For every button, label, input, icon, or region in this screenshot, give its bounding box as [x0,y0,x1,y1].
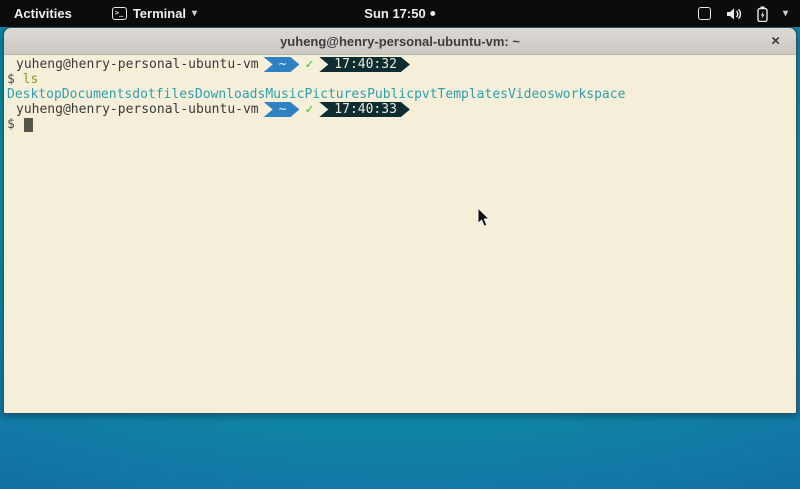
prompt-line: yuheng@henry-personal-ubuntu-vm ~ ✓ 17:4… [7,102,796,117]
activities-button[interactable]: Activities [10,6,76,21]
terminal-cursor [24,118,33,132]
terminal-content[interactable]: yuheng@henry-personal-ubuntu-vm ~ ✓ 17:4… [4,55,796,413]
prompt-dollar: $ [7,72,15,87]
directory-item: Pictures [304,87,367,102]
prompt-dollar: $ [7,117,15,132]
chevron-down-icon: ▾ [192,8,197,19]
system-status-area[interactable]: ▾ [698,6,788,22]
directory-item: Public [367,87,414,102]
directory-item: pvt [414,87,437,102]
prompt-host: yuheng@henry-personal-ubuntu-vm [16,102,259,117]
prompt-path-segment: ~ [264,102,300,117]
command-line: $ ls [7,72,796,87]
directory-item: Templates [438,87,508,102]
input-line[interactable]: $ [7,117,796,132]
chevron-down-icon: ▾ [783,8,788,19]
prompt-path-segment: ~ [264,57,300,72]
command-text: ls [23,72,39,87]
prompt-time-segment: 17:40:32 [319,57,410,72]
display-icon [698,7,711,20]
battery-charging-icon [757,6,768,22]
directory-item: workspace [555,87,625,102]
prompt-line: yuheng@henry-personal-ubuntu-vm ~ ✓ 17:4… [7,57,796,72]
directory-item: Music [265,87,304,102]
directory-item: dotfiles [132,87,195,102]
directory-item: Videos [508,87,555,102]
app-menu-terminal[interactable]: >_ Terminal ▾ [112,6,197,21]
app-menu-label: Terminal [133,6,186,21]
prompt-host: yuheng@henry-personal-ubuntu-vm [16,57,259,72]
check-icon: ✓ [305,57,313,72]
close-icon[interactable]: × [771,34,780,49]
directory-item: Downloads [195,87,265,102]
volume-icon [726,7,742,21]
window-titlebar[interactable]: yuheng@henry-personal-ubuntu-vm: ~ × [4,28,796,55]
directory-item: Documents [62,87,132,102]
prompt-time-segment: 17:40:33 [319,102,410,117]
desktop: { "top_bar": { "activities_label": "Acti… [0,0,800,489]
window-title: yuheng@henry-personal-ubuntu-vm: ~ [280,34,520,49]
check-icon: ✓ [305,102,313,117]
terminal-app-icon: >_ [112,7,127,20]
directory-item: Desktop [7,87,62,102]
directory-list: Desktop Documents dotfiles Downloads Mus… [7,87,796,102]
notification-dot [431,11,436,16]
top-bar: Activities >_ Terminal ▾ Sun 17:50 ▾ [0,0,800,27]
clock-button[interactable]: Sun 17:50 [364,6,435,21]
clock-label: Sun 17:50 [364,6,425,21]
terminal-window: yuheng@henry-personal-ubuntu-vm: ~ × yuh… [3,27,797,414]
